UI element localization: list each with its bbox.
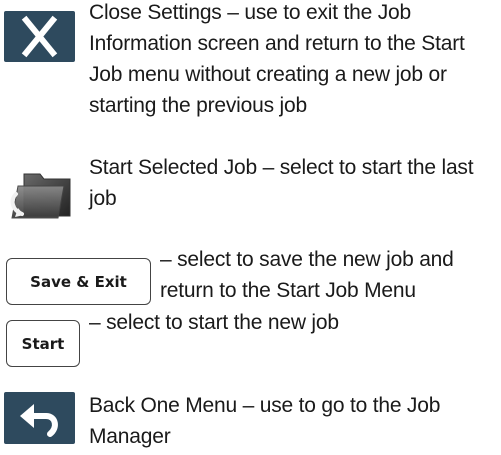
save-exit-button[interactable]: Save & Exit	[6, 258, 151, 305]
start-description: – select to start the new job	[89, 311, 339, 334]
back-one-menu-button[interactable]	[4, 392, 75, 444]
start-button[interactable]: Start	[6, 320, 80, 367]
save-exit-description: – select to save the new job and return …	[160, 248, 454, 302]
start-selected-job-description: Start Selected Job – select to start the…	[89, 156, 474, 210]
back-one-menu-description: Back One Menu – use to go to the Job Man…	[89, 394, 441, 448]
close-settings-button[interactable]	[4, 11, 75, 62]
folder-start-icon[interactable]	[6, 170, 74, 220]
close-icon	[21, 15, 58, 58]
close-settings-description: Close Settings – use to exit the Job Inf…	[89, 1, 465, 117]
back-arrow-icon	[20, 404, 58, 437]
